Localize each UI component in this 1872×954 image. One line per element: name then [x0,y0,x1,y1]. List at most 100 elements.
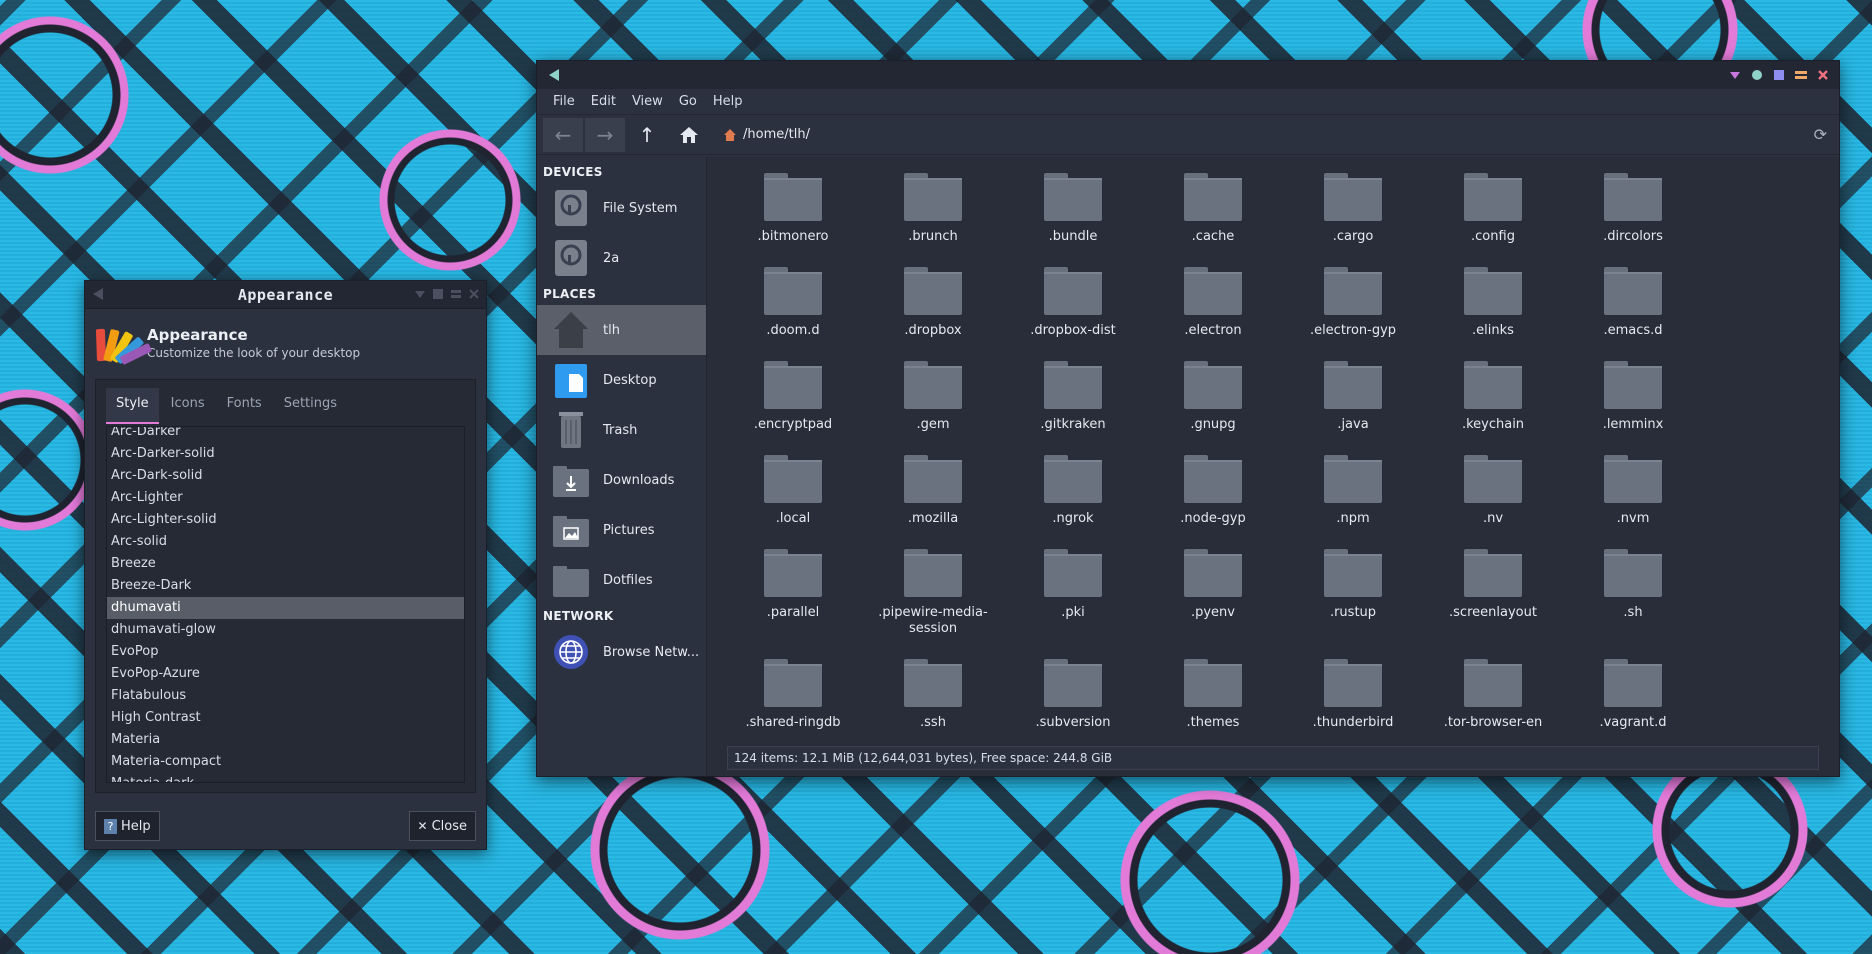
folder-item[interactable]: .subversion [1003,653,1143,747]
list-item[interactable]: EvoPop-Azure [107,663,464,685]
folder-item[interactable]: .encryptpad [723,355,863,449]
folder-item[interactable]: .cache [1143,167,1283,261]
back-button[interactable]: ← [543,117,583,152]
maximize-icon[interactable] [450,288,462,300]
list-item[interactable]: Materia-dark [107,773,464,782]
sidebar-item-pictures[interactable]: Pictures [537,505,706,555]
folder-item[interactable]: .node-gyp [1143,449,1283,543]
style-list[interactable]: Arc-Darker Arc-Darker-solid Arc-Dark-sol… [106,426,465,783]
folder-item[interactable]: .gem [863,355,1003,449]
folder-item[interactable]: .gnupg [1143,355,1283,449]
location-bar[interactable]: /home/tlh/ ⟳ [715,117,1835,152]
home-button[interactable] [669,118,709,152]
folder-item[interactable]: .bitmonero [723,167,863,261]
sidebar-item-desktop[interactable]: Desktop [537,355,706,405]
folder-item[interactable]: .electron-gyp [1283,261,1423,355]
list-item[interactable]: Breeze [107,553,464,575]
folder-item[interactable]: .shared-ringdb [723,653,863,747]
folder-item[interactable]: .doom.d [723,261,863,355]
folder-item[interactable]: .keychain [1423,355,1563,449]
shade-icon[interactable] [1729,69,1741,81]
list-item[interactable]: Arc-Lighter-solid [107,509,464,531]
window-menu-icon[interactable] [549,69,559,81]
list-item[interactable]: Arc-Darker [107,427,464,443]
folder-item[interactable]: .vagrant.d [1563,653,1703,747]
folder-item[interactable]: .mozilla [863,449,1003,543]
list-item[interactable]: Flatabulous [107,685,464,707]
list-item[interactable]: Materia [107,729,464,751]
tab-icons[interactable]: Icons [161,388,215,424]
menu-go[interactable]: Go [671,94,705,109]
file-manager-titlebar[interactable] [537,61,1839,89]
sidebar-item-trash[interactable]: Trash [537,405,706,455]
tab-fonts[interactable]: Fonts [217,388,272,424]
sidebar-item-downloads[interactable]: Downloads [537,455,706,505]
maximize-icon[interactable] [1773,69,1785,81]
folder-item[interactable]: .nvm [1563,449,1703,543]
list-item[interactable]: Arc-Lighter [107,487,464,509]
folder-item[interactable]: .nv [1423,449,1563,543]
list-item[interactable]: EvoPop [107,641,464,663]
menu-help[interactable]: Help [705,94,751,109]
parent-folder-button[interactable]: ↑ [627,118,667,152]
folder-item[interactable]: .config [1423,167,1563,261]
sidebar-item-browse-network[interactable]: Browse Netw... [537,627,706,677]
folder-item[interactable]: .gitkraken [1003,355,1143,449]
folder-item[interactable]: .ngrok [1003,449,1143,543]
folder-item[interactable]: .ssh [863,653,1003,747]
folder-item[interactable]: .dropbox-dist [1003,261,1143,355]
forward-button[interactable]: → [585,117,625,152]
folder-item[interactable]: .themes [1143,653,1283,747]
sidebar-item-2a[interactable]: 2a [537,233,706,283]
folder-item[interactable]: .pki [1003,543,1143,653]
stick-icon[interactable] [1751,69,1763,81]
folder-item[interactable]: .elinks [1423,261,1563,355]
close-icon[interactable] [468,288,480,300]
folder-item[interactable]: .screenlayout [1423,543,1563,653]
folder-item[interactable]: .brunch [863,167,1003,261]
close-button[interactable]: ✕ Close [408,811,476,841]
folder-item[interactable]: .parallel [723,543,863,653]
menu-edit[interactable]: Edit [583,94,624,109]
folder-item[interactable]: .local [723,449,863,543]
folder-item[interactable]: .dropbox [863,261,1003,355]
window-menu-icon[interactable] [93,288,103,300]
folder-item[interactable]: .dircolors [1563,167,1703,261]
tab-style[interactable]: Style [106,388,159,424]
list-item-selected[interactable]: dhumavati [107,597,464,619]
folder-item[interactable]: .pipewire-media-session [863,543,1003,653]
folder-item[interactable]: .pyenv [1143,543,1283,653]
minimize-icon[interactable] [1795,69,1807,81]
minimize-icon[interactable] [432,288,444,300]
help-button[interactable]: ? Help [95,811,160,841]
folder-item[interactable]: .tor-browser-en [1423,653,1563,747]
folder-item[interactable]: .bundle [1003,167,1143,261]
list-item[interactable]: Arc-Darker-solid [107,443,464,465]
list-item[interactable]: High Contrast [107,707,464,729]
sidebar-item-tlh[interactable]: tlh [537,305,706,355]
list-item[interactable]: Arc-Dark-solid [107,465,464,487]
file-view[interactable]: .bitmonero .brunch .bundle .cache .cargo .con… [707,157,1839,776]
menu-file[interactable]: File [545,94,583,109]
folder-item[interactable]: .rustup [1283,543,1423,653]
folder-item[interactable]: .npm [1283,449,1423,543]
folder-item[interactable]: .cargo [1283,167,1423,261]
tab-settings[interactable]: Settings [274,388,347,424]
menu-view[interactable]: View [624,94,671,109]
folder-item[interactable]: .sh [1563,543,1703,653]
folder-item[interactable]: .thunderbird [1283,653,1423,747]
folder-item[interactable]: .emacs.d [1563,261,1703,355]
sidebar-item-dotfiles[interactable]: Dotfiles [537,555,706,605]
folder-item[interactable]: .lemminx [1563,355,1703,449]
reload-icon[interactable]: ⟳ [1814,125,1827,144]
shade-icon[interactable] [414,288,426,300]
list-item[interactable]: Breeze-Dark [107,575,464,597]
list-item[interactable]: Materia-compact [107,751,464,773]
sidebar-item-file-system[interactable]: File System [537,183,706,233]
folder-item[interactable]: .electron [1143,261,1283,355]
list-item[interactable]: Arc-solid [107,531,464,553]
folder-item[interactable]: .java [1283,355,1423,449]
appearance-titlebar[interactable]: Appearance [85,281,486,309]
close-icon[interactable] [1817,69,1829,81]
list-item[interactable]: dhumavati-glow [107,619,464,641]
